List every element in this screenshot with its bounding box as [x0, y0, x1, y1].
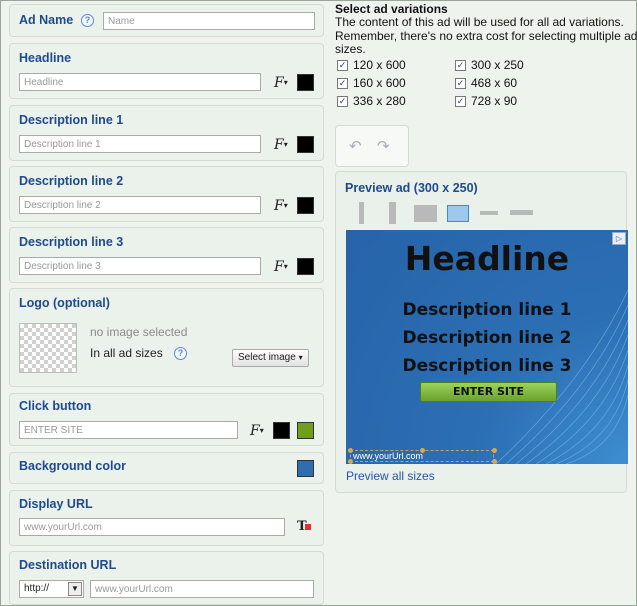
ad-description-3: Description line 3 — [402, 356, 572, 376]
protocol-select[interactable]: http:// ▼ — [19, 580, 84, 598]
ad-name-label: Ad Name — [19, 13, 74, 27]
ad-description-1: Description line 1 — [402, 300, 572, 320]
logo-panel: Logo (optional) no image selected In all… — [9, 288, 324, 387]
variations-title: Select ad variations — [335, 2, 448, 16]
desc1-panel: Description line 1 F▾ — [9, 105, 324, 161]
size-thumb-300x250[interactable] — [447, 205, 469, 222]
ad-description-2: Description line 2 — [402, 328, 572, 348]
ad-enter-button[interactable]: ENTER SITE — [420, 382, 557, 402]
size-label: 300 x 250 — [471, 58, 524, 72]
preview-title: Preview ad (300 x 250) — [345, 181, 478, 195]
desc2-input[interactable] — [19, 196, 261, 214]
headline-panel: Headline F▾ — [9, 43, 324, 99]
size-checkbox[interactable]: ✓ — [455, 96, 466, 107]
logo-status-text: no image selected — [90, 325, 188, 339]
variations-desc-3: sizes. — [335, 42, 366, 56]
font-color-swatch[interactable] — [297, 136, 314, 153]
size-label: 468 x 60 — [471, 76, 518, 90]
display-url-input[interactable] — [19, 518, 285, 536]
logo-placeholder-image — [19, 323, 77, 373]
click-button-input[interactable] — [19, 421, 238, 439]
variations-desc-2: Remember, there's no extra cost for sele… — [335, 29, 637, 43]
chevron-down-icon: ▾ — [298, 353, 303, 362]
desc1-input[interactable] — [19, 135, 261, 153]
headline-label: Headline — [19, 51, 72, 65]
font-color-swatch[interactable] — [297, 74, 314, 91]
ad-name-panel: Ad Name ? — [9, 4, 324, 37]
click-button-label: Click button — [19, 399, 92, 413]
desc3-panel: Description line 3 F▾ — [9, 227, 324, 283]
resize-handle[interactable] — [420, 448, 425, 453]
display-url-label: Display URL — [19, 497, 93, 511]
preview-panel: Preview ad (300 x 250) ▷ Headline Descri… — [335, 171, 628, 493]
help-icon[interactable]: ? — [81, 14, 94, 27]
logo-label: Logo (optional) — [19, 296, 110, 310]
background-color-swatch[interactable] — [297, 460, 314, 477]
variations-desc-1: The content of this ad will be used for … — [335, 15, 624, 29]
select-image-label: Select image — [238, 352, 296, 363]
size-label: 160 x 600 — [353, 76, 406, 90]
desc3-label: Description line 3 — [19, 235, 124, 249]
size-checkbox[interactable]: ✓ — [455, 78, 466, 89]
resize-handle[interactable] — [492, 448, 497, 453]
text-style-icon[interactable]: T — [297, 519, 311, 534]
ad-preview: ▷ Headline Description line 1 Descriptio… — [346, 230, 628, 464]
button-color-swatch[interactable] — [297, 422, 314, 439]
size-thumb-728x90[interactable] — [510, 210, 533, 215]
size-thumb-468x60[interactable] — [480, 211, 498, 215]
ad-headline: Headline — [404, 239, 570, 278]
size-checkbox[interactable]: ✓ — [337, 60, 348, 71]
desc2-panel: Description line 2 F▾ — [9, 166, 324, 222]
select-image-button[interactable]: Select image ▾ — [232, 349, 309, 367]
size-checkbox[interactable]: ✓ — [337, 78, 348, 89]
background-color-panel: Background color — [9, 452, 324, 484]
size-checkbox[interactable]: ✓ — [455, 60, 466, 71]
protocol-value: http:// — [24, 583, 50, 594]
desc1-label: Description line 1 — [19, 113, 124, 127]
size-label: 120 x 600 — [353, 58, 406, 72]
display-url-panel: Display URL T — [9, 490, 324, 546]
desc2-label: Description line 2 — [19, 174, 124, 188]
size-label: 336 x 280 — [353, 94, 406, 108]
chevron-down-icon[interactable]: ▼ — [68, 582, 82, 596]
size-thumb-120x600[interactable] — [359, 202, 364, 224]
help-icon[interactable]: ? — [174, 347, 187, 360]
size-label: 728 x 90 — [471, 94, 518, 108]
resize-handle[interactable] — [348, 448, 353, 453]
redo-icon[interactable]: ↷ — [377, 137, 390, 155]
font-color-swatch[interactable] — [297, 258, 314, 275]
font-picker-icon[interactable]: F▾ — [250, 423, 264, 439]
font-picker-icon[interactable]: F▾ — [274, 259, 288, 275]
destination-url-label: Destination URL — [19, 558, 117, 572]
resize-handle[interactable] — [348, 459, 353, 464]
preview-all-sizes-link[interactable]: Preview all sizes — [346, 469, 435, 483]
size-thumb-336x280[interactable] — [414, 205, 437, 222]
destination-url-panel: Destination URL http:// ▼ — [9, 551, 324, 605]
font-color-swatch[interactable] — [273, 422, 290, 439]
headline-input[interactable] — [19, 73, 261, 91]
undo-redo-toolbar: ↶ ↷ — [335, 125, 409, 167]
ad-name-input[interactable] — [103, 12, 315, 30]
font-picker-icon[interactable]: F▾ — [274, 137, 288, 153]
font-color-swatch[interactable] — [297, 197, 314, 214]
undo-icon[interactable]: ↶ — [349, 137, 362, 155]
background-color-label: Background color — [19, 459, 126, 473]
desc3-input[interactable] — [19, 257, 261, 275]
size-checkbox[interactable]: ✓ — [337, 96, 348, 107]
size-thumb-160x600[interactable] — [389, 202, 396, 224]
click-button-panel: Click button F▾ — [9, 393, 324, 446]
font-picker-icon[interactable]: F▾ — [274, 198, 288, 214]
destination-url-input[interactable] — [90, 580, 314, 598]
font-picker-icon[interactable]: F▾ — [274, 75, 288, 91]
logo-scope-text: In all ad sizes — [90, 346, 163, 360]
resize-handle[interactable] — [492, 459, 497, 464]
